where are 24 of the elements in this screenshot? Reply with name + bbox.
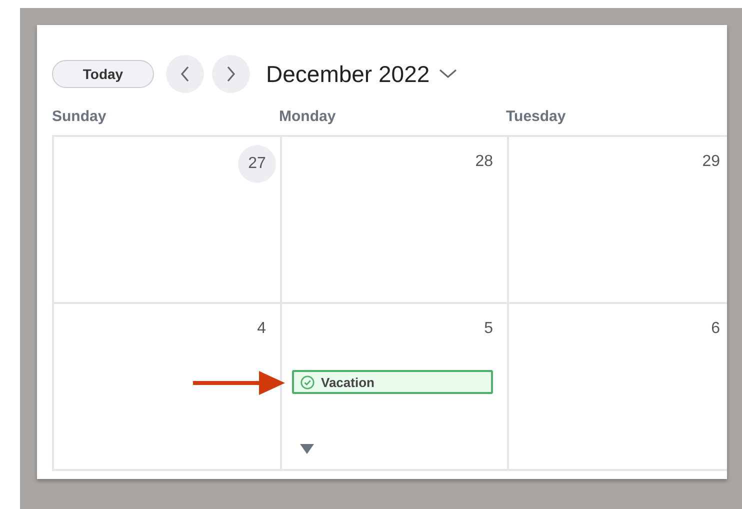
today-button[interactable]: Today [52,60,154,88]
month-selector[interactable]: December 2022 [262,60,457,88]
day-number: 29 [702,152,720,172]
chevron-right-icon [226,66,236,82]
day-number: 27 [238,145,276,183]
day-cell[interactable]: 28 [282,137,509,304]
day-cell[interactable]: 29 [509,137,727,304]
chevron-left-icon [180,66,190,82]
weekday-header: Tuesday [506,108,567,124]
check-circle-icon [300,374,315,390]
day-cell[interactable]: 5 Vacation [282,304,509,471]
next-button[interactable] [212,55,250,93]
day-cell[interactable]: 6 [509,304,727,471]
day-number: 6 [711,319,720,339]
day-number: 4 [257,319,266,339]
weekday-header: Sunday [52,108,108,124]
day-cell[interactable]: 27 [54,137,282,304]
previous-button[interactable] [166,55,204,93]
weekday-header: Monday [279,108,337,124]
chevron-down-icon [438,69,457,79]
calendar-event[interactable]: Vacation [292,370,493,394]
day-number: 5 [484,319,493,339]
more-triangle-icon[interactable] [300,444,314,454]
day-number: 28 [475,152,493,172]
